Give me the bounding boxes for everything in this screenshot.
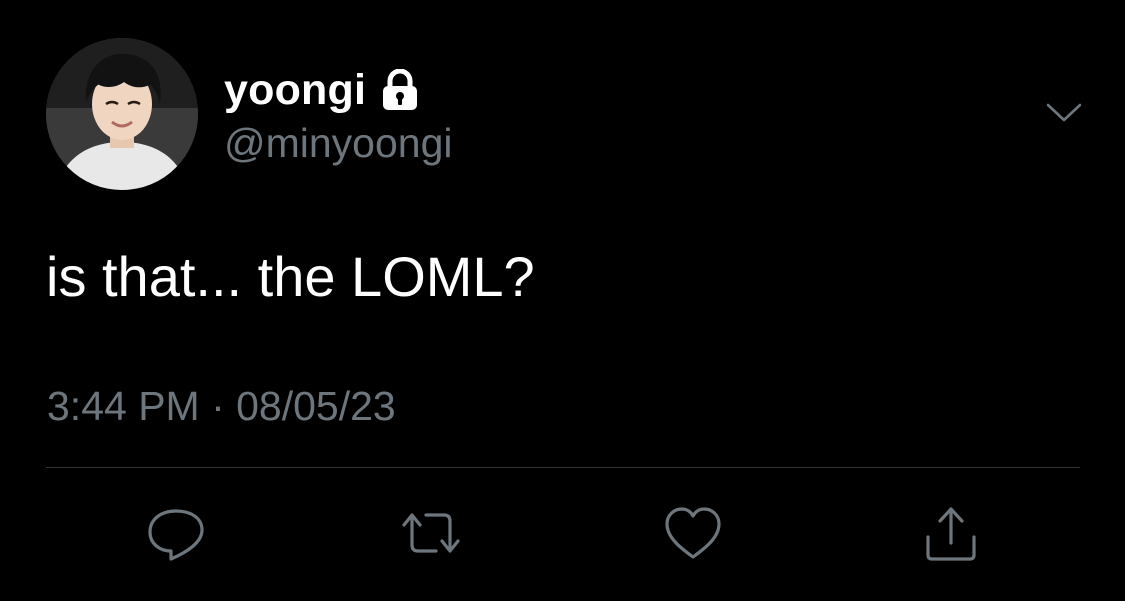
tweet-timestamp[interactable]: 3:44 PM · 08/05/23	[47, 383, 396, 430]
avatar[interactable]	[46, 38, 198, 190]
tweet-text: is that... the LOML?	[46, 245, 535, 308]
author-handle[interactable]: @minyoongi	[224, 120, 453, 167]
heart-icon	[665, 507, 721, 559]
like-button[interactable]	[662, 505, 724, 563]
reply-icon	[148, 509, 204, 561]
author-name-row[interactable]: yoongi	[224, 64, 420, 116]
share-button[interactable]	[920, 505, 982, 563]
share-icon	[926, 507, 976, 561]
divider	[46, 467, 1080, 468]
avatar-image	[46, 38, 198, 190]
lock-icon	[380, 68, 420, 111]
reply-button[interactable]	[145, 505, 207, 563]
retweet-button[interactable]	[400, 505, 462, 563]
chevron-down-icon[interactable]	[1044, 100, 1084, 126]
display-name[interactable]: yoongi	[224, 66, 366, 115]
retweet-icon	[402, 513, 460, 553]
